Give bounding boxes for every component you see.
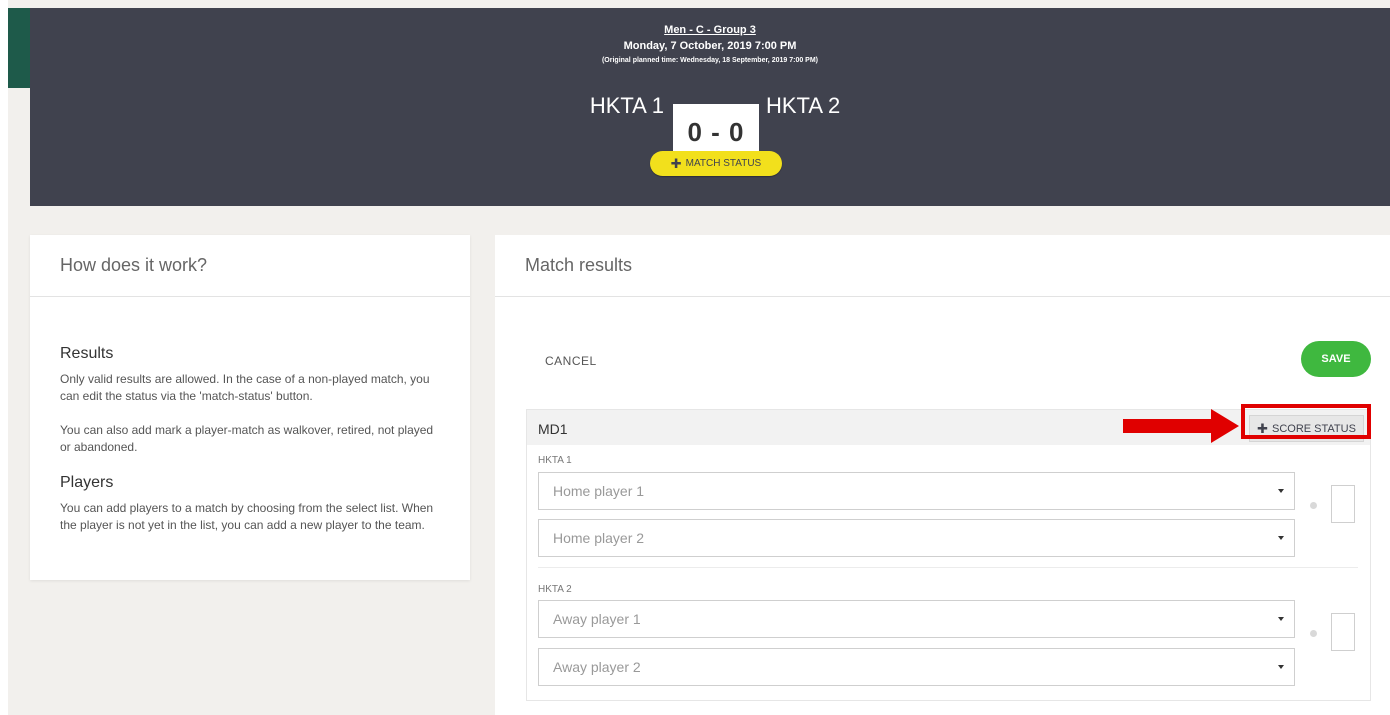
save-button[interactable]: SAVE (1301, 341, 1371, 377)
chevron-down-icon (1278, 536, 1284, 540)
home-player-1-select[interactable]: Home player 1 (538, 472, 1295, 510)
match-status-button[interactable]: ✚ MATCH STATUS (650, 151, 782, 176)
chevron-down-icon (1278, 617, 1284, 621)
home-player-1-placeholder: Home player 1 (553, 483, 645, 499)
players-heading: Players (60, 474, 114, 491)
away-score-input[interactable] (1331, 613, 1355, 651)
how-it-works-card: How does it work? Results Only valid res… (30, 235, 470, 580)
match-datetime: Monday, 7 October, 2019 7:00 PM (623, 40, 797, 52)
results-heading: Results (60, 345, 114, 362)
home-player-2-placeholder: Home player 2 (553, 530, 645, 546)
how-it-works-title: How does it work? (60, 255, 208, 275)
away-team-name: HKTA 2 (766, 93, 841, 118)
home-team-name: HKTA 1 (589, 93, 664, 118)
cancel-button[interactable]: CANCEL (545, 354, 597, 368)
away-player-1-placeholder: Away player 1 (553, 611, 641, 627)
plus-icon: ✚ (1257, 420, 1268, 436)
results-text-1: Only valid results are allowed. In the c… (60, 372, 430, 403)
match-results-card: Match results CANCEL SAVE MD1 ✚ SCORE ST… (495, 235, 1390, 715)
match-results-title: Match results (525, 255, 633, 275)
players-text: You can add players to a match by choosi… (60, 501, 434, 532)
away-player-2-select[interactable]: Away player 2 (538, 648, 1295, 686)
match-md1-label: MD1 (538, 421, 568, 437)
score-status-label: SCORE STATUS (1271, 422, 1356, 435)
divider (495, 296, 1390, 297)
home-player-2-select[interactable]: Home player 2 (538, 519, 1295, 557)
original-planned-time: (Original planned time: Wednesday, 18 Se… (601, 57, 819, 64)
chevron-down-icon (1278, 665, 1284, 669)
home-winner-radio[interactable] (1310, 502, 1317, 509)
away-team-label: HKTA 2 (538, 584, 572, 595)
group-title[interactable]: Men - C - Group 3 (30, 24, 1390, 36)
match-status-label: MATCH STATUS (685, 158, 762, 169)
chevron-down-icon (1278, 489, 1284, 493)
match-header: Men - C - Group 3 Monday, 7 October, 201… (30, 8, 1390, 206)
score-status-button[interactable]: ✚ SCORE STATUS (1249, 415, 1364, 442)
away-player-2-placeholder: Away player 2 (553, 659, 641, 675)
results-text-2: You can also add mark a player-match as … (60, 423, 434, 454)
team-divider (538, 567, 1358, 568)
home-team-label: HKTA 1 (538, 455, 572, 466)
away-player-1-select[interactable]: Away player 1 (538, 600, 1295, 638)
match-md1-box: MD1 ✚ SCORE STATUS HKTA 1 Home player 1 … (526, 409, 1371, 701)
match-md1-header: MD1 ✚ SCORE STATUS (527, 410, 1370, 445)
home-score-input[interactable] (1331, 485, 1355, 523)
divider (30, 296, 470, 297)
plus-icon: ✚ (670, 155, 682, 171)
away-winner-radio[interactable] (1310, 630, 1317, 637)
